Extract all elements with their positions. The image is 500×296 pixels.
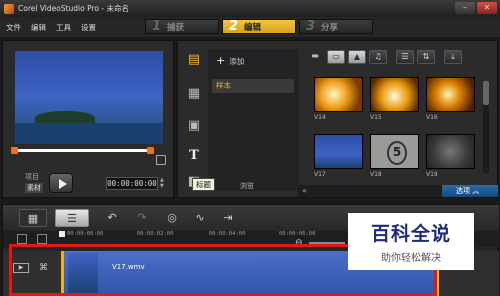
thumbnail-label: V14 (314, 114, 326, 121)
split-icon[interactable]: ⇥ (217, 209, 239, 227)
thumbnail[interactable] (370, 134, 419, 169)
timecode-field[interactable]: 00:00:00:00 (106, 177, 158, 190)
enlarge-preview-icon[interactable] (156, 155, 166, 165)
browse-button[interactable]: 浏览 (208, 179, 298, 193)
ruler-tick: 00:00:06:00 (279, 231, 316, 237)
menu-edit[interactable]: 编辑 (31, 22, 46, 33)
window-controls: – ✕ (455, 2, 497, 14)
media-tab-icon[interactable]: ▤ (184, 51, 204, 69)
thumbnail[interactable] (314, 134, 363, 169)
trim-end-handle[interactable] (147, 147, 154, 154)
track-header: ▶ ⌘ (11, 251, 59, 296)
clip-thumbnail (68, 253, 98, 295)
add-folder-button[interactable]: + 添加 (216, 54, 244, 67)
tab-edit[interactable]: 2 编辑 (222, 19, 296, 34)
ruler-tick: 00:00:04:00 (209, 231, 246, 237)
thumbnail-label: V15 (370, 114, 382, 121)
minimize-button[interactable]: – (455, 2, 475, 14)
library-category-tabs: ▤ ▦ ▣ T ◧ (182, 45, 206, 195)
thumbnail[interactable] (314, 77, 363, 112)
library-scrollbar[interactable] (483, 81, 489, 173)
scrubber-track[interactable] (15, 149, 151, 152)
audio-mixer-icon[interactable]: ∿ (189, 209, 211, 227)
list-view-icon[interactable]: ☰ (396, 50, 414, 64)
library-toolbar: ▬ ▭ ▲ ♫ ☰ ⇅ ⤓ (306, 49, 494, 65)
timeline-view-icon[interactable]: ☰ (55, 209, 89, 227)
thumbnail-label: V17 (314, 171, 326, 178)
step-number: 1 (152, 19, 162, 34)
mode-project[interactable]: 项目 (25, 172, 39, 182)
thumbnail-label: V19 (426, 171, 438, 178)
add-label: 添加 (229, 57, 245, 66)
tab-capture[interactable]: 1 捕获 (145, 19, 219, 34)
menu-settings[interactable]: 设置 (81, 22, 96, 33)
app-logo-icon (4, 3, 14, 14)
chevron-up-icon: ︽ (472, 187, 480, 195)
undo-icon[interactable]: ↶ (103, 209, 121, 227)
plus-icon: + (216, 54, 226, 67)
options-label: 选项 (456, 187, 470, 195)
show-audio-icon[interactable]: ♫ (369, 50, 387, 64)
preview-screen (15, 51, 163, 144)
import-icon[interactable]: ⤓ (444, 50, 462, 64)
thumbnail-label: V16 (426, 114, 438, 121)
redo-icon[interactable]: ↷ (133, 209, 151, 227)
thumbnail-grid: V14 V15 V16 V17 V18 V19 (314, 77, 490, 185)
library-panel: ▤ ▦ ▣ T ◧ +添加 样本 浏览 ▬ ▭ ▲ ♫ ☰ ⇅ ⤓ V14 V1… (177, 40, 498, 198)
watermark-subtitle: 助你轻松解决 (381, 253, 441, 264)
menu-file[interactable]: 文件 (6, 22, 21, 33)
menu-tools[interactable]: 工具 (56, 22, 71, 33)
thumbnail[interactable] (370, 77, 419, 112)
folder-icon[interactable]: ▬ (306, 50, 324, 64)
zoom-slider[interactable] (309, 242, 345, 244)
watermark: 百科全说 助你轻松解决 (348, 213, 474, 270)
sort-icon[interactable]: ⇅ (417, 50, 435, 64)
step-number: 2 (229, 19, 239, 34)
mode-clip[interactable]: 素材 (25, 183, 43, 193)
window-title: Corel VideoStudio Pro - 未命名 (18, 4, 129, 13)
step-label: 编辑 (244, 22, 262, 33)
playhead[interactable] (59, 231, 65, 237)
show-video-icon[interactable]: ▭ (327, 50, 345, 64)
title-bar: Corel VideoStudio Pro - 未命名 – ✕ (0, 0, 500, 17)
record-capture-icon[interactable]: ◎ (161, 209, 183, 227)
ruler-tick: 00:00:02:00 (137, 231, 174, 237)
collapse-icon[interactable]: « (302, 186, 312, 196)
folder-item-sample[interactable]: 样本 (212, 79, 294, 93)
play-button[interactable] (49, 173, 73, 193)
scrubber[interactable] (11, 147, 169, 154)
thumbnail-label: V18 (370, 171, 382, 178)
preview-sea (15, 123, 163, 144)
options-bar: « 选项 ︽ (298, 185, 498, 197)
chapter-icon[interactable] (37, 234, 47, 244)
step-tabs: 1 捕获 2 编辑 3 分享 (145, 19, 373, 34)
thumbnail[interactable] (426, 134, 475, 169)
step-label: 分享 (321, 22, 339, 33)
clip-name: V17.wmv (112, 263, 145, 271)
preview-panel: 项目 素材 00:00:00:00 ▲ ▼ (2, 40, 174, 198)
filter-tab-icon[interactable]: ▣ (184, 117, 204, 135)
options-button[interactable]: 选项 ︽ (442, 185, 498, 197)
watermark-title: 百科全说 (370, 223, 451, 245)
track-link-icon[interactable]: ⌘ (39, 263, 51, 273)
close-button[interactable]: ✕ (477, 2, 497, 14)
video-track-icon[interactable]: ▶ (13, 263, 29, 273)
tab-share[interactable]: 3 分享 (299, 19, 373, 34)
transition-tab-icon[interactable]: ▦ (184, 85, 204, 103)
thumbnail[interactable] (426, 77, 475, 112)
show-photo-icon[interactable]: ▲ (348, 50, 366, 64)
title-tooltip: 标题 (192, 178, 215, 191)
title-tab-icon[interactable]: T (184, 147, 204, 165)
scrollbar-thumb[interactable] (483, 81, 489, 105)
zoom-out-icon[interactable]: ⊖ (295, 238, 303, 248)
track-manager-icon[interactable] (17, 234, 27, 244)
ruler-tick: 00:00:00:00 (67, 231, 104, 237)
trim-start-handle[interactable] (11, 147, 18, 154)
folder-panel: + 添加 样本 (208, 49, 298, 191)
step-number: 3 (306, 19, 316, 34)
timecode-spinner-icon[interactable]: ▲ ▼ (160, 177, 167, 190)
step-label: 捕获 (167, 22, 185, 33)
storyboard-view-icon[interactable]: ▦ (19, 209, 47, 227)
